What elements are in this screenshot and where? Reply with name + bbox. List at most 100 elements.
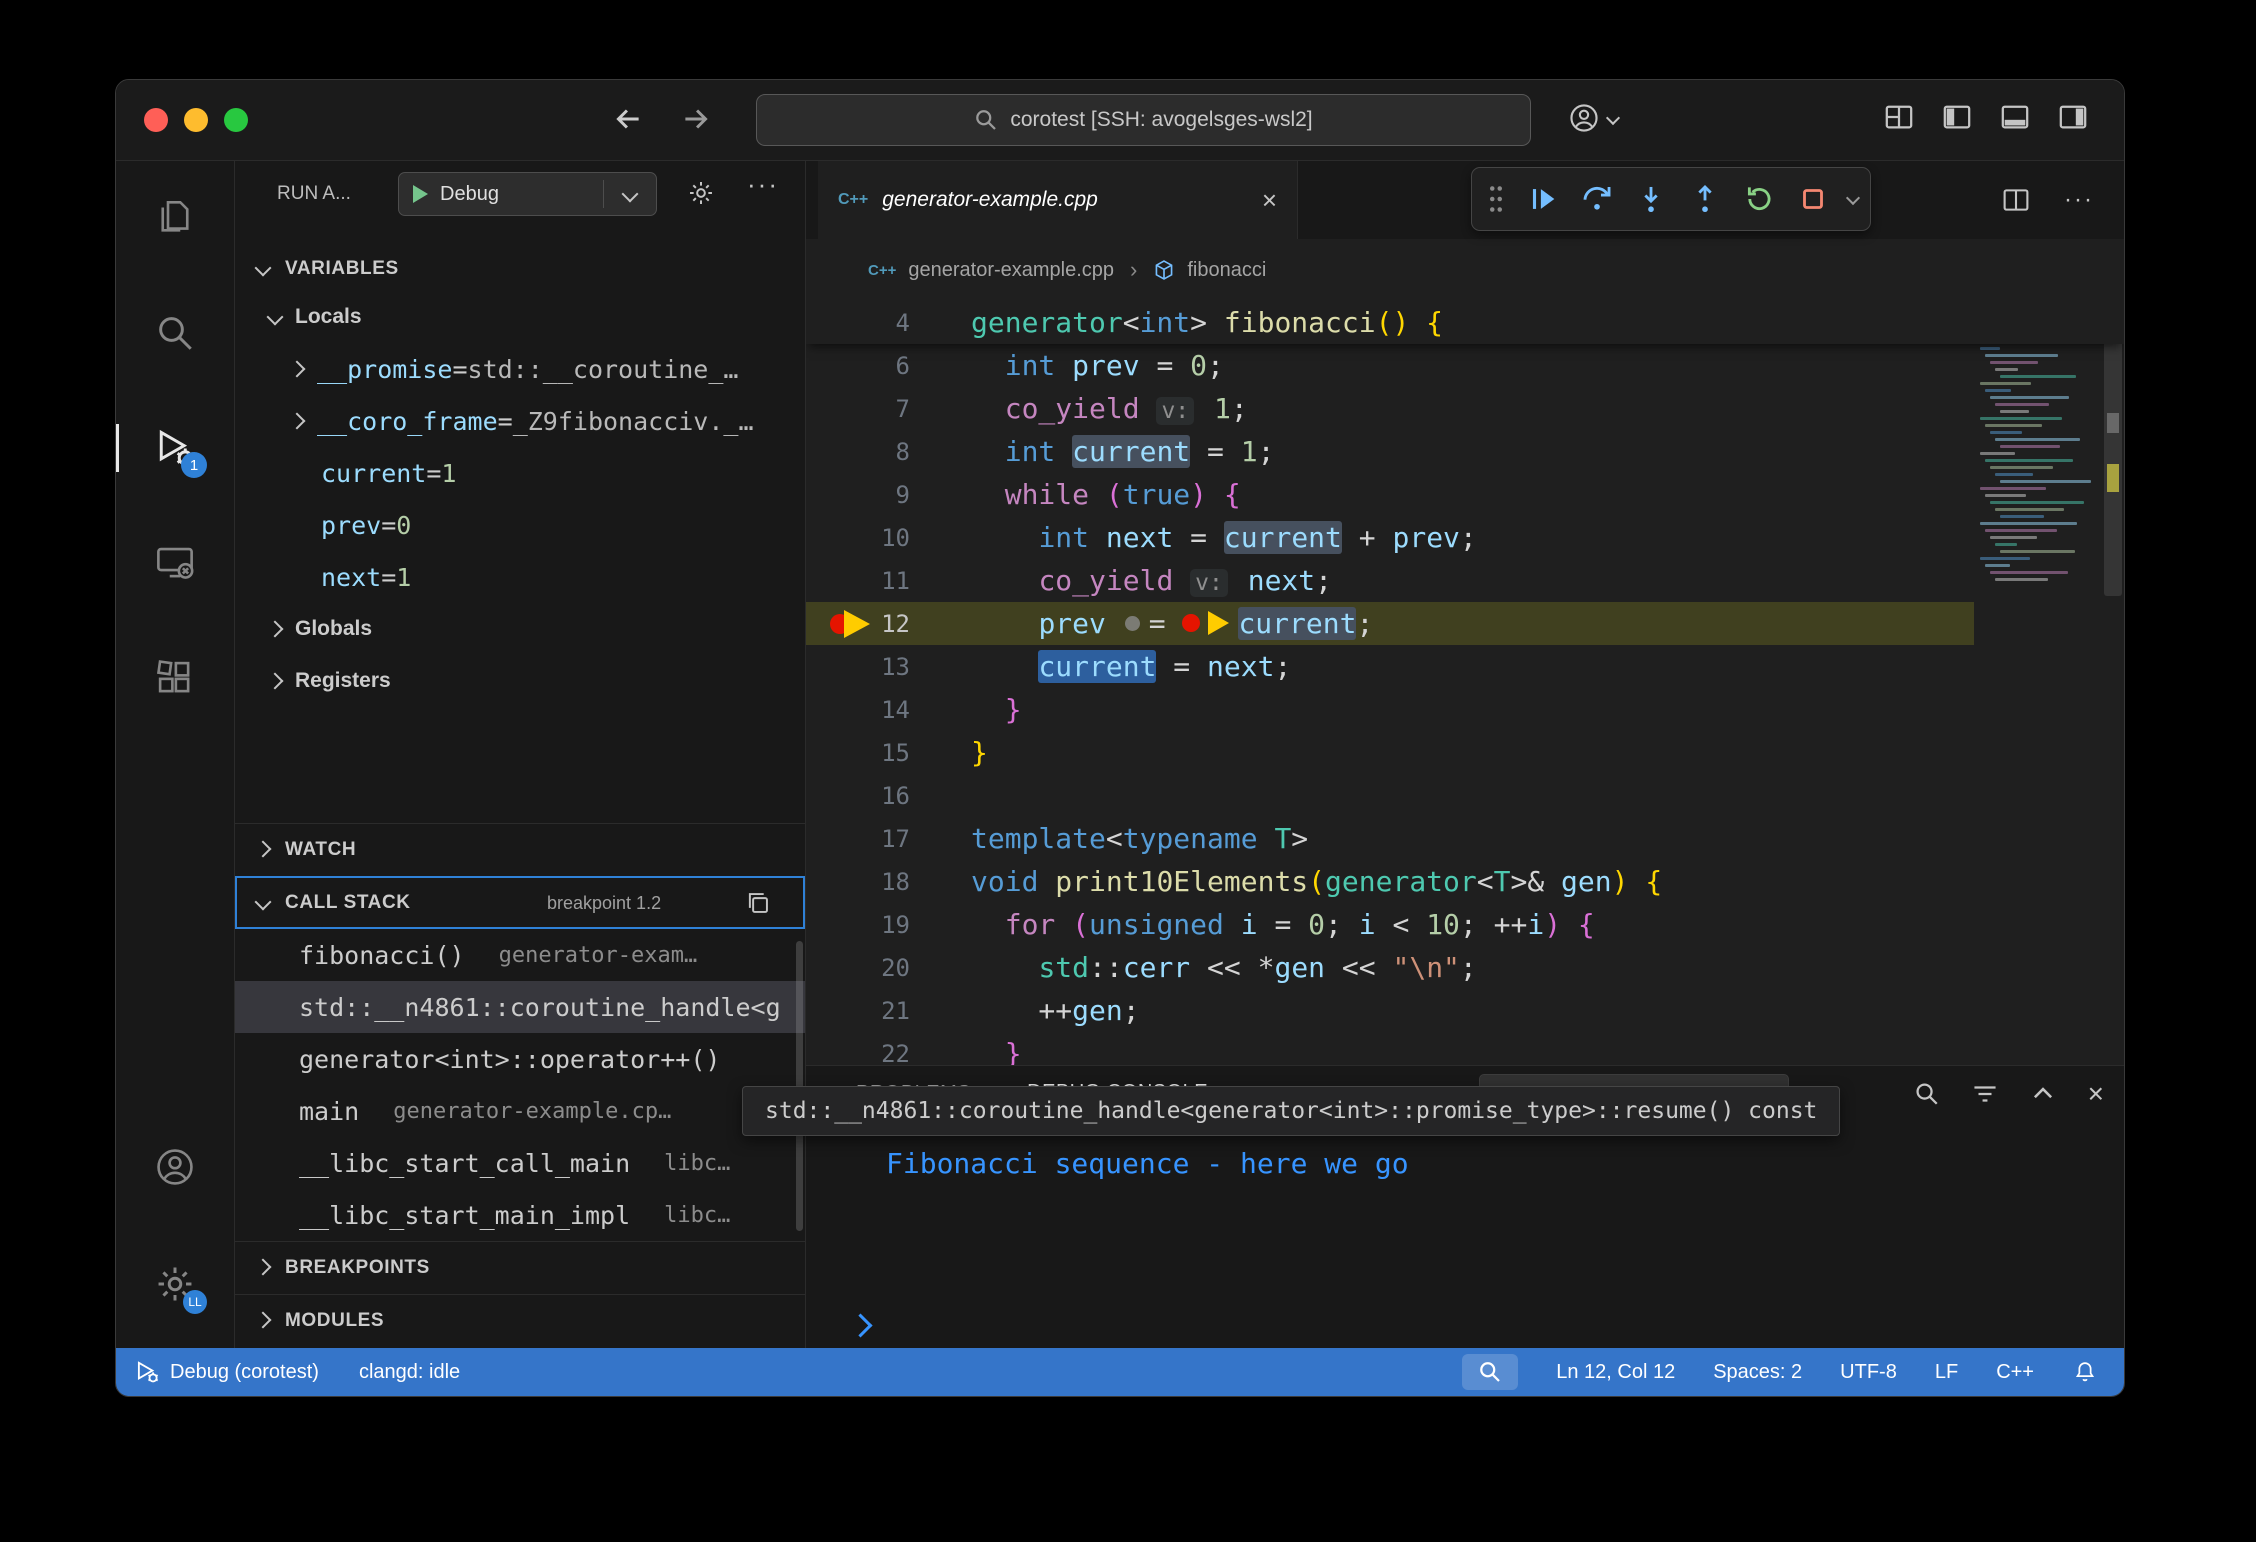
code-editor[interactable]: 4generator<int> fibonacci() { 6 int prev… [806,301,2124,1065]
toolbar-drag-handle[interactable] [1484,180,1508,218]
watch-section-header[interactable]: WATCH [235,823,805,876]
zoom-indicator[interactable] [1462,1354,1518,1390]
code-line-10[interactable]: 10 int next = current + prev; [806,516,1974,559]
line-number[interactable]: 14 [806,696,936,724]
code-line-4[interactable]: 4generator<int> fibonacci() { [806,301,2124,344]
chevron-down-icon[interactable] [267,309,284,326]
variable-row-current[interactable]: current = 1 [235,447,805,499]
close-tab-icon[interactable]: × [1262,185,1277,216]
line-number[interactable]: 7 [806,395,936,423]
command-center[interactable]: corotest [SSH: avogelsges-wsl2] [756,94,1531,146]
variable-row-prev[interactable]: prev = 0 [235,499,805,551]
line-number[interactable]: 4 [806,309,936,337]
code-line-22[interactable]: 22 } [806,1032,1974,1065]
code-line-14[interactable]: 14 } [806,688,1974,731]
breakpoints-section-header[interactable]: BREAKPOINTS [235,1241,805,1294]
editor-scrollbar[interactable] [2100,301,2124,1065]
line-number[interactable]: 11 [806,567,936,595]
remote-explorer-icon[interactable] [151,539,199,587]
code-line-21[interactable]: 21 ++gen; [806,989,1974,1032]
status-item-ln[interactable]: Ln 12, Col 12 [1556,1361,1675,1384]
line-number[interactable]: 22 [806,1040,936,1066]
line-number[interactable]: 16 [806,782,936,810]
breadcrumb-file[interactable]: generator-example.cpp [908,259,1114,282]
step-over-button[interactable] [1578,180,1616,218]
toggle-secondary-sidebar-icon[interactable] [2058,102,2088,132]
modules-section-header[interactable]: MODULES [235,1294,805,1347]
chevron-down-icon[interactable] [604,188,656,200]
code-line-6[interactable]: 6 int prev = 0; [806,344,1974,387]
run-and-debug-icon[interactable]: 1 [151,424,199,472]
code-line-11[interactable]: 11 co_yield v: next; [806,559,1974,602]
variable-row--promise[interactable]: __promise = std::__coroutine_… [235,343,805,395]
minimize-window-button[interactable] [184,108,208,132]
code-line-9[interactable]: 9 while (true) { [806,473,1974,516]
customize-layout-icon[interactable] [1884,102,1914,132]
variable-row--coro-frame[interactable]: __coro_frame = _Z9fibonacciv._… [235,395,805,447]
toggle-panel-icon[interactable] [2000,102,2030,132]
line-number[interactable]: 15 [806,739,936,767]
variables-section-header[interactable]: VARIABLES [235,247,805,291]
chevron-right-icon[interactable] [289,361,306,378]
tab-generator-example[interactable]: C++ generator-example.cpp × [818,161,1298,239]
debug-config-dropdown[interactable]: Debug [398,172,657,216]
account-icon[interactable] [151,1143,199,1191]
breadcrumb-symbol[interactable]: fibonacci [1187,259,1266,282]
status-item-c++[interactable]: C++ [1996,1361,2034,1384]
accounts-menu[interactable] [1568,102,1618,134]
line-number[interactable]: 17 [806,825,936,853]
zoom-window-button[interactable] [224,108,248,132]
variable-row-next[interactable]: next = 1 [235,551,805,603]
stack-frame-0[interactable]: fibonacci()generator-exam… [235,929,805,981]
back-button[interactable] [611,102,645,136]
stop-options-chevron-icon[interactable] [1848,190,1858,208]
more-actions-icon[interactable]: ··· [2064,186,2094,214]
stack-frame-1[interactable]: std::__n4861::coroutine_handle<g [235,981,805,1033]
code-line-16[interactable]: 16 [806,774,1974,817]
line-number[interactable]: 6 [806,352,936,380]
more-actions-icon[interactable]: ··· [747,169,779,200]
inline-breakpoint-candidate-icon[interactable] [1125,616,1140,631]
inline-exec-arrow-icon[interactable] [1208,611,1229,635]
step-out-button[interactable] [1686,180,1724,218]
scrollbar-thumb[interactable] [2104,301,2122,596]
chevron-right-icon[interactable] [267,621,284,638]
line-number[interactable]: 21 [806,997,936,1025]
line-number[interactable]: 20 [806,954,936,982]
forward-button[interactable] [679,102,713,136]
close-panel-icon[interactable]: × [2088,1078,2104,1110]
stack-frame-3[interactable]: maingenerator-example.cp… [235,1085,805,1137]
code-line-20[interactable]: 20 std::cerr << *gen << "\n"; [806,946,1974,989]
step-into-button[interactable] [1632,180,1670,218]
scope-row-globals[interactable]: Globals [235,603,805,655]
extensions-icon[interactable] [151,654,199,702]
debug-settings-gear-icon[interactable] [687,179,715,207]
console-prompt-icon[interactable] [848,1313,872,1337]
code-line-7[interactable]: 7 co_yield v: 1; [806,387,1974,430]
status-item-spaces[interactable]: Spaces: 2 [1713,1361,1802,1384]
stack-frame-5[interactable]: __libc_start_main_impllibc… [235,1189,805,1241]
close-window-button[interactable] [144,108,168,132]
stop-button[interactable] [1794,180,1832,218]
maximize-panel-chevron-icon[interactable] [2030,1081,2056,1107]
clangd-status-item[interactable]: clangd: idle [359,1361,460,1384]
notifications-bell-icon[interactable] [2072,1359,2098,1385]
search-icon[interactable] [151,309,199,357]
line-number[interactable]: 10 [806,524,936,552]
status-item-utf-8[interactable]: UTF-8 [1840,1361,1897,1384]
breakpoint-current-statement-icon[interactable] [830,610,876,638]
scope-row-registers[interactable]: Registers [235,655,805,707]
restart-button[interactable] [1740,180,1778,218]
panel-search-icon[interactable] [1914,1081,1940,1107]
line-number[interactable]: 19 [806,911,936,939]
debug-status-item[interactable]: Debug (corotest) [134,1359,319,1385]
stack-frame-2[interactable]: generator<int>::operator++() [235,1033,805,1085]
code-line-17[interactable]: 17template<typename T> [806,817,1974,860]
inline-breakpoint-icon[interactable] [1182,614,1200,632]
code-line-13[interactable]: 13 current = next; [806,645,1974,688]
code-line-15[interactable]: 15} [806,731,1974,774]
explorer-icon[interactable] [151,194,199,242]
code-line-19[interactable]: 19 for (unsigned i = 0; i < 10; ++i) { [806,903,1974,946]
chevron-right-icon[interactable] [289,413,306,430]
code-line-8[interactable]: 8 int current = 1; [806,430,1974,473]
